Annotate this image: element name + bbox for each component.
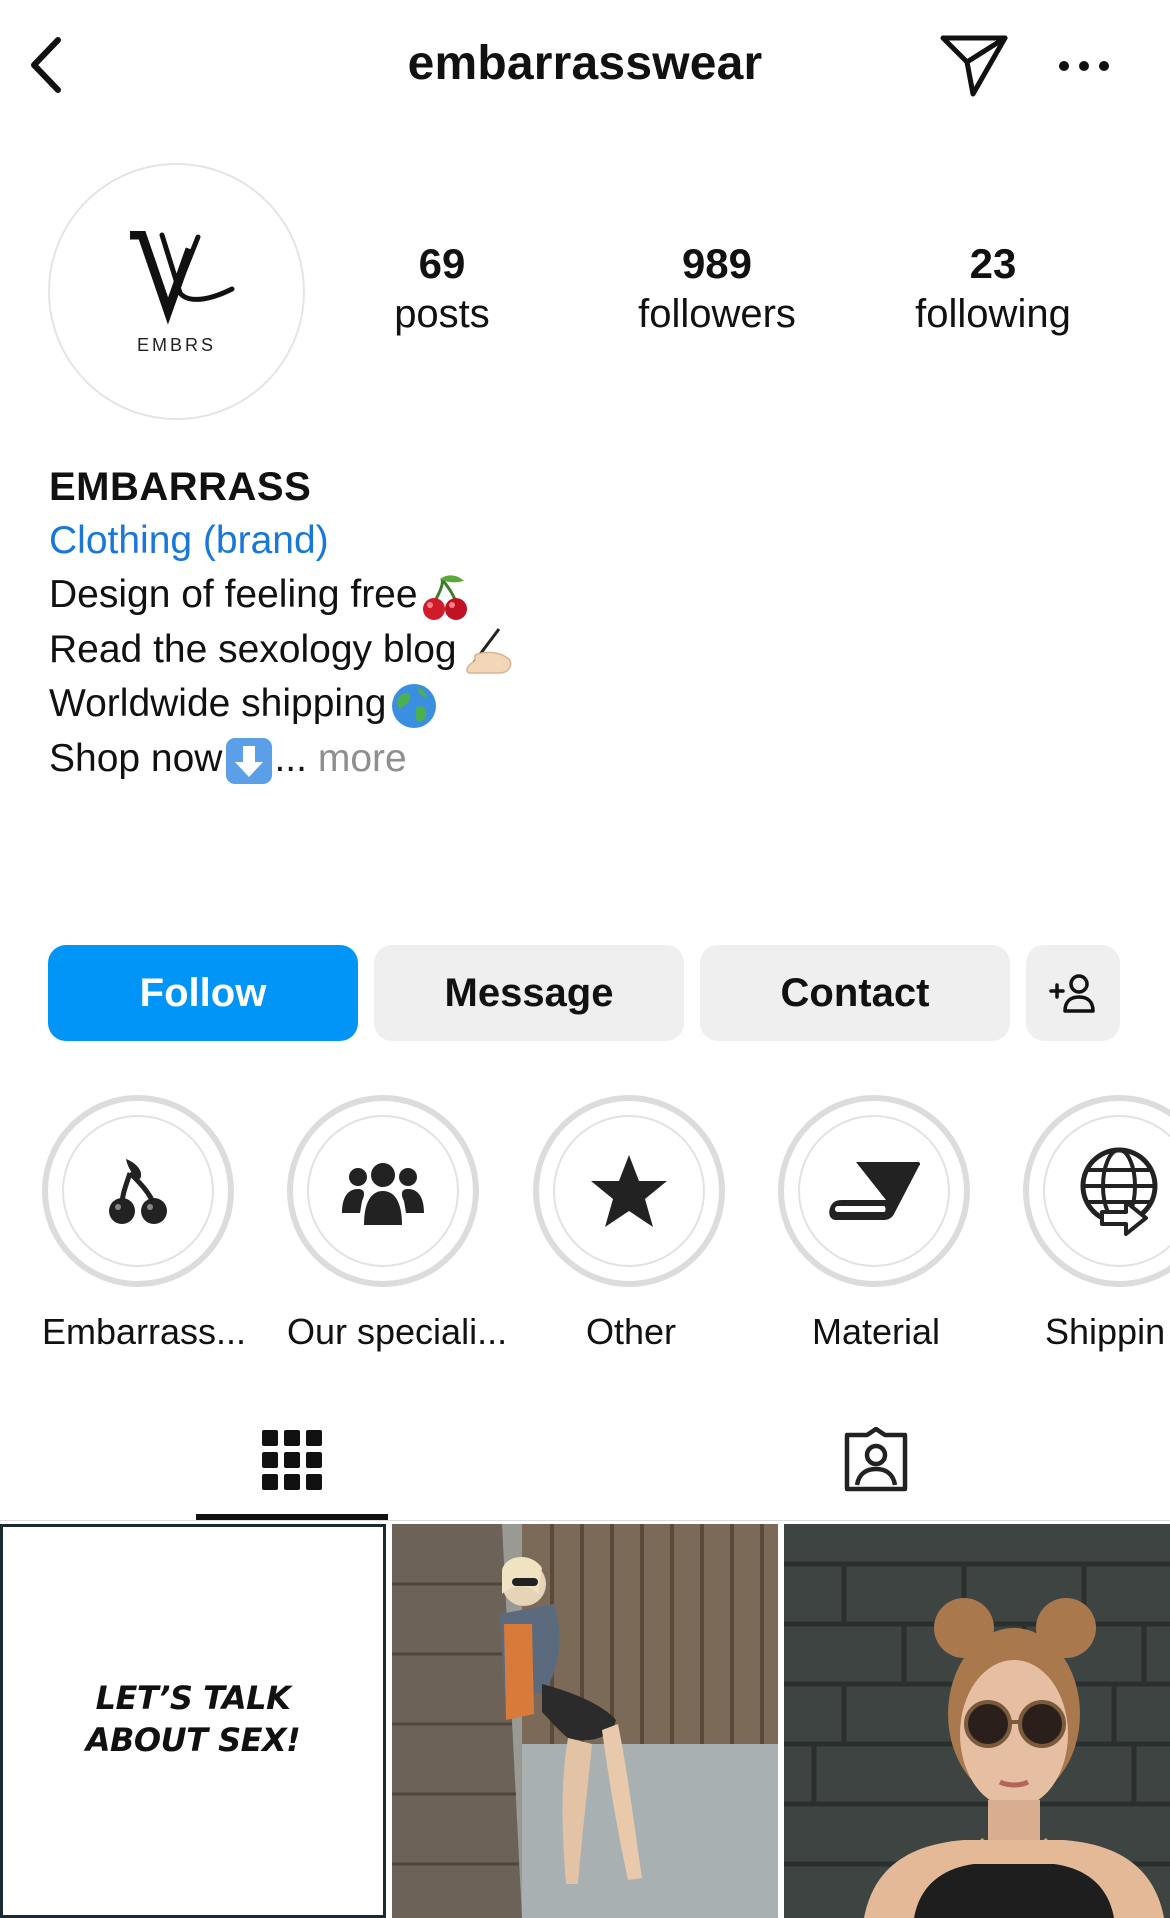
profile-bio: EMBARRASS Clothing (brand) Design of fee…	[49, 460, 1129, 786]
tab-posts-grid[interactable]	[196, 1400, 388, 1520]
avatar-brand-text: EMBRS	[136, 335, 216, 355]
highlight-label: Other	[585, 1311, 677, 1352]
follow-button[interactable]: Follow	[48, 945, 358, 1041]
bio-line-text: Read the sexology blog	[49, 627, 457, 671]
highlight-cover	[307, 1115, 459, 1267]
post-photo	[392, 1524, 778, 1918]
highlight-material[interactable]: Material	[778, 1095, 974, 1353]
tab-tagged[interactable]	[780, 1400, 972, 1520]
posts-count-label: posts	[394, 292, 490, 336]
profile-avatar[interactable]: EMBRS	[48, 163, 305, 420]
highlight-label: Embarrass...	[42, 1311, 247, 1352]
globe-arrow-icon	[1080, 1147, 1158, 1236]
followers-count-label: followers	[638, 292, 796, 336]
highlight-ring	[533, 1095, 725, 1287]
contact-button[interactable]: Contact	[700, 945, 1010, 1041]
profile-name: EMBARRASS	[49, 465, 312, 509]
bio-ellipsis: ...	[274, 737, 307, 781]
following-count-label: following	[915, 292, 1071, 336]
highlight-ring	[287, 1095, 479, 1287]
post-thumbnail[interactable]	[784, 1524, 1170, 1918]
down-arrow-emoji-icon	[226, 737, 273, 784]
highlight-label: Our speciali...	[287, 1311, 508, 1352]
post-thumbnail[interactable]: LET’S TALK ABOUT SEX!	[0, 1524, 386, 1918]
cherries-emoji-icon	[422, 575, 467, 620]
book-icon	[829, 1162, 921, 1220]
bio-line: Design of feeling free	[49, 568, 1129, 623]
post-thumbnail[interactable]	[392, 1524, 778, 1918]
tab-divider	[0, 1520, 1170, 1521]
share-button[interactable]	[937, 32, 1011, 98]
add-person-icon	[1049, 974, 1095, 1013]
followers-count-value: 989	[681, 240, 753, 287]
followers-count[interactable]: 989 followers	[607, 240, 827, 340]
group-icon	[342, 1163, 424, 1225]
highlight-other[interactable]: Other	[533, 1095, 729, 1353]
bio-line-text: Design of feeling free	[49, 573, 418, 616]
bio-more-link[interactable]: more	[318, 737, 407, 780]
bio-line: Read the sexology blog	[49, 623, 1129, 678]
highlight-cover	[62, 1115, 214, 1267]
highlight-cover	[1043, 1115, 1170, 1267]
following-count-value: 23	[969, 240, 1017, 287]
posts-count-value: 69	[418, 240, 466, 287]
post-photo	[784, 1524, 1170, 1918]
cherry-icon	[109, 1159, 167, 1224]
profile-category-link[interactable]: Clothing (brand)	[49, 514, 1129, 568]
highlight-ring	[42, 1095, 234, 1287]
more-options-button[interactable]	[1054, 46, 1114, 86]
highlight-ring	[1023, 1095, 1170, 1287]
highlight-shipping[interactable]: Shippin	[1023, 1095, 1170, 1353]
bio-line-text: Worldwide shipping	[49, 682, 387, 726]
message-button[interactable]: Message	[374, 945, 684, 1041]
bio-line: Worldwide shipping	[49, 677, 1129, 732]
post-text: LET’S TALK ABOUT SEX!	[3, 1677, 383, 1761]
highlight-embarrass[interactable]: Embarrass...	[42, 1095, 247, 1353]
highlight-cover	[553, 1115, 705, 1267]
post-text-line: ABOUT SEX!	[85, 1721, 301, 1759]
brand-logo-mark	[130, 231, 235, 325]
star-icon	[591, 1155, 667, 1227]
writing-hand-emoji-icon	[465, 628, 511, 675]
posts-count[interactable]: 69 posts	[332, 240, 552, 340]
highlight-ring	[778, 1095, 970, 1287]
suggested-accounts-button[interactable]	[1026, 945, 1120, 1041]
paper-plane-icon	[940, 35, 1008, 97]
grid-icon	[262, 1430, 322, 1490]
bio-line-text: Shop now	[49, 737, 223, 781]
highlight-cover	[798, 1115, 950, 1267]
highlight-label: Shippin	[1045, 1311, 1166, 1352]
following-count[interactable]: 23 following	[883, 240, 1103, 340]
globe-emoji-icon	[392, 684, 437, 729]
highlight-label: Material	[811, 1311, 941, 1352]
highlight-our-specialists[interactable]: Our speciali...	[287, 1095, 508, 1353]
post-text-line: LET’S TALK	[95, 1679, 291, 1717]
bio-line: Shop now ... more	[49, 732, 1129, 786]
tagged-person-icon	[844, 1427, 908, 1492]
ellipsis-icon	[1059, 61, 1109, 71]
